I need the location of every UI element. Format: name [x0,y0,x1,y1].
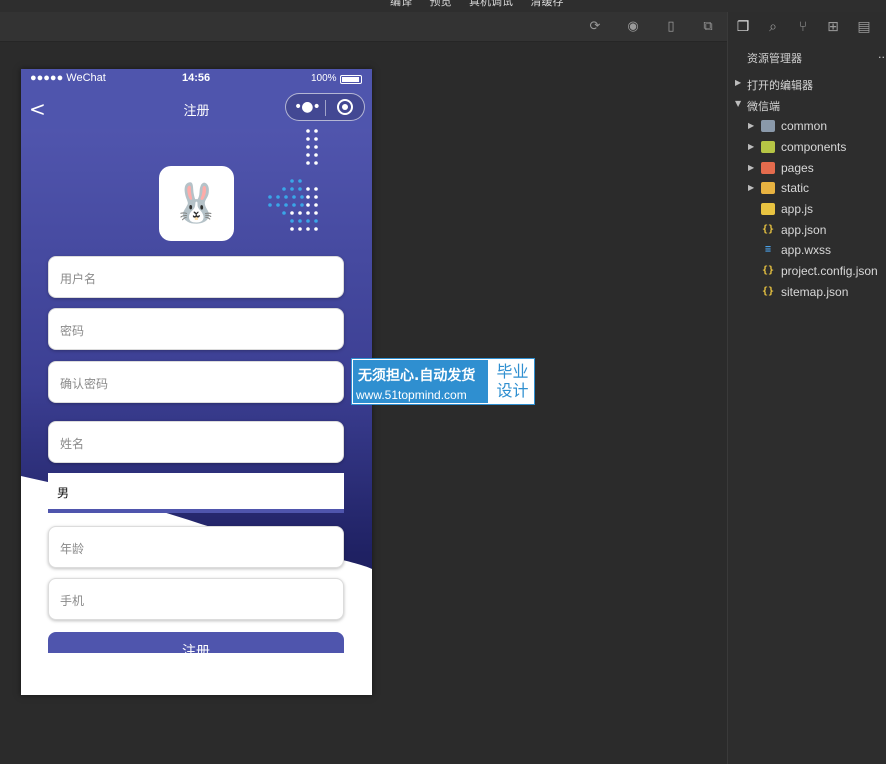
stop-icon[interactable]: ◉ [626,20,640,34]
age-input[interactable]: 年龄 [48,526,344,568]
folder-icon [761,120,775,132]
confirm-password-input[interactable]: 确认密码 [48,361,344,403]
explorer-panel: ❐ ⌕ ⑂ ⊞ ▤ 资源管理器 ... ▶ 打开的编辑器 ▼ 微信端 ▶ com… [727,12,886,764]
folder-icon [761,162,775,174]
open-editors-label: 打开的编辑器 [747,79,813,92]
files-icon[interactable]: ❐ [734,18,752,36]
menu-items: 编译 预览 真机调试 清缓存 [390,0,578,9]
js-file-icon [761,203,775,215]
name-input[interactable]: 姓名 [48,421,344,463]
chevron-right-icon: ▶ [735,78,742,87]
phone-placeholder: 手机 [60,594,85,608]
save-icon[interactable]: ▤ [855,18,873,36]
password-placeholder: 密码 [60,324,85,338]
watermark-badge: 无须担心.自动发货 www.51topmind.com 毕业 设计 [351,358,535,405]
watermark-right: 毕业 设计 [491,360,534,403]
phone-simulator: ●●●●● WeChat 14:56 100% < 注册 •●• 🐰 用户名 密… [21,69,372,695]
menu-compile[interactable]: 编译 [390,0,412,8]
battery-icon [340,75,362,84]
gender-picker[interactable]: 男 [48,473,344,513]
close-target-icon[interactable] [337,99,353,115]
watermark-slogan: 无须担心.自动发货 [358,368,476,384]
watermark-url: www.51topmind.com [356,388,467,402]
tree-item-pages[interactable]: ▶ pages [728,158,886,178]
tree-item-label: app.js [781,202,814,216]
name-placeholder: 姓名 [60,437,85,451]
capsule-divider [325,100,326,116]
tree-item-app-wxss[interactable]: ≡ app.wxss [728,240,886,260]
capsule-menu: •●• [285,93,365,121]
simulator-toolbar: ⟳ ◉ ▯ ⧉ [0,12,727,42]
gender-value: 男 [57,486,70,500]
nav-bar: < 注册 •●• [21,89,372,129]
tree-item-label: sitemap.json [781,285,849,299]
json-file-icon: {} [761,224,775,235]
menu-bar: 编译 预览 真机调试 清缓存 [0,0,886,12]
menu-preview[interactable]: 预览 [430,0,452,8]
confirm-password-placeholder: 确认密码 [60,377,109,391]
status-bar: ●●●●● WeChat 14:56 100% [21,69,372,89]
tree-item-label: static [781,181,810,195]
open-editors-section[interactable]: ▶ 打开的编辑器 [728,74,886,94]
watermark-left: 无须担心.自动发货 www.51topmind.com [353,360,488,403]
chevron-right-icon: ▶ [748,163,755,172]
chevron-right-icon: ▶ [748,142,755,151]
tree-item-sitemap[interactable]: {} sitemap.json [728,282,886,302]
tree-item-label: common [781,119,828,133]
tree-item-label: project.config.json [781,264,878,278]
phone-icon[interactable]: ▯ [664,20,678,34]
tree-item-app-js[interactable]: app.js [728,199,886,219]
age-placeholder: 年龄 [60,542,85,556]
git-branch-icon[interactable]: ⑂ [794,18,812,36]
chevron-down-icon: ▼ [735,99,742,108]
tree-item-common[interactable]: ▶ common [728,116,886,136]
explorer-more-icon[interactable]: ... [878,48,886,61]
refresh-icon[interactable]: ⟳ [588,20,602,34]
project-label: 微信端 [747,100,780,113]
json-file-icon: {} [761,286,775,297]
window-icon[interactable]: ⧉ [701,20,715,34]
explorer-title: 资源管理器 [747,52,802,65]
chevron-right-icon: ▶ [748,183,755,192]
phone-input[interactable]: 手机 [48,578,344,620]
tree-item-label: app.wxss [781,243,832,257]
username-input[interactable]: 用户名 [48,256,344,298]
extensions-icon[interactable]: ⊞ [824,18,842,36]
menu-device-debug[interactable]: 真机调试 [469,0,513,8]
json-file-icon: {} [761,265,775,276]
watermark-right-line2: 设计 [496,381,529,400]
menu-clear-cache[interactable]: 清缓存 [531,0,564,8]
watermark-right-line1: 毕业 [496,362,529,381]
username-placeholder: 用户名 [60,272,97,286]
tree-item-label: components [781,140,847,154]
tree-item-static[interactable]: ▶ static [728,178,886,198]
bottom-white-area [21,653,372,695]
tree-item-label: pages [781,161,814,175]
carrier-label: ●●●●● WeChat [30,72,106,84]
explorer-tabs: ❐ ⌕ ⑂ ⊞ ▤ [728,12,886,42]
folder-icon [761,182,775,194]
app-logo: 🐰 [159,166,234,241]
tree-item-label: app.json [781,223,827,237]
tree-item-components[interactable]: ▶ components [728,137,886,157]
css-file-icon: ≡ [764,244,772,255]
search-icon[interactable]: ⌕ [764,18,782,36]
password-input[interactable]: 密码 [48,308,344,350]
more-dots-icon[interactable]: •●• [294,100,321,114]
tree-item-project-config[interactable]: {} project.config.json [728,261,886,281]
status-time: 14:56 [182,72,211,84]
battery-percent: 100% [311,73,337,84]
chevron-right-icon: ▶ [748,121,755,130]
folder-icon [761,141,775,153]
project-section[interactable]: ▼ 微信端 [728,95,886,115]
tree-item-app-json[interactable]: {} app.json [728,220,886,240]
